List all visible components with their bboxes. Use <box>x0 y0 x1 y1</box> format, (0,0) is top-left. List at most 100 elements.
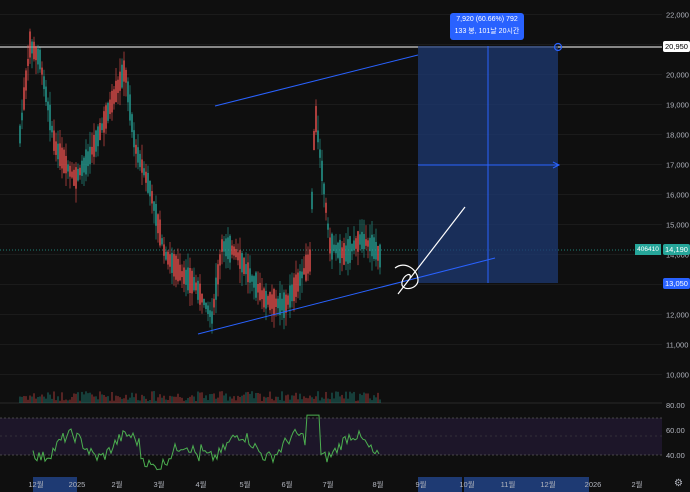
volume-bar <box>265 397 267 403</box>
candle-body <box>163 244 165 256</box>
volume-bar <box>19 396 21 403</box>
candle-body <box>113 89 115 104</box>
volume-bar <box>237 395 239 403</box>
gear-icon[interactable]: ⚙ <box>674 478 683 489</box>
volume-bar <box>219 391 221 403</box>
candle-body <box>223 241 225 252</box>
time-tick-label: 9월 <box>415 479 426 489</box>
volume-bar <box>315 396 317 403</box>
measure-box[interactable] <box>418 42 563 284</box>
candle-body <box>363 234 365 249</box>
candle-body <box>283 292 285 318</box>
volume-bar <box>299 393 301 403</box>
candle-body <box>41 67 43 75</box>
volume-bar <box>21 396 23 403</box>
volume-bar <box>87 393 89 403</box>
volume-bar <box>35 398 37 403</box>
volume-bar <box>49 394 51 403</box>
candle-body <box>313 130 315 151</box>
measure-tooltip: 7,920 (60.66%) 792 133 봉, 101날 20시간 <box>450 13 524 40</box>
time-tick-label: 3월 <box>153 479 164 489</box>
volume-bar <box>285 395 287 403</box>
volume-bar <box>377 392 379 403</box>
volume-bar <box>191 395 193 403</box>
candle-body <box>239 250 241 269</box>
candle-body <box>317 130 319 143</box>
candle-body <box>209 310 211 317</box>
volume-bar <box>185 400 187 403</box>
volume-bar <box>75 393 77 403</box>
volume-bar <box>125 394 127 403</box>
volume-bar <box>277 396 279 403</box>
volume-bar <box>229 396 231 403</box>
candle-body <box>249 268 251 283</box>
volume-bar <box>327 398 329 403</box>
time-axis[interactable]: 12월 2025 2월 3월 4월 5월 6월 7월 8월 9월 10월 11월 12월 2026 2월 <box>28 477 643 492</box>
volume-bar <box>245 392 247 403</box>
price-tick-label: 22,000 <box>666 11 689 20</box>
volume-bar <box>59 400 61 403</box>
volume-bar <box>305 397 307 403</box>
candle-body <box>131 114 133 133</box>
candle-body <box>109 99 111 114</box>
volume-bar <box>241 395 243 403</box>
symbol-label: 406410 <box>635 244 661 255</box>
candle-body <box>351 243 353 252</box>
price-axis[interactable]: 22,00021,00020,00019,00018,00017,00016,0… <box>666 11 689 460</box>
time-tick-label: 2월 <box>631 479 642 489</box>
time-tick-label: 8월 <box>372 479 383 489</box>
candle-body <box>339 239 341 264</box>
volume-bar <box>281 391 283 403</box>
candle-body <box>375 241 377 260</box>
candle-body <box>53 130 55 151</box>
price-chart[interactable]: 22,00021,00020,00019,00018,00017,00016,0… <box>0 0 690 492</box>
volume-bar <box>215 398 217 403</box>
candle-body <box>207 305 209 314</box>
time-tick-label: 12월 <box>540 479 555 489</box>
candle-body <box>337 242 339 258</box>
candle-body <box>265 290 267 309</box>
candle-body <box>25 70 27 91</box>
volume-bar <box>61 392 63 403</box>
candle-body <box>33 41 35 60</box>
volume-bar <box>379 399 381 403</box>
candle-body <box>213 298 215 308</box>
candle-body <box>365 239 367 246</box>
volume-bar <box>111 391 113 403</box>
time-tick-label: 2025 <box>69 480 86 489</box>
volume-bar <box>325 391 327 403</box>
volume-bar <box>113 400 115 403</box>
candle-body <box>259 282 261 301</box>
price-tick-label: 10,000 <box>666 371 689 380</box>
volume-bar <box>161 397 163 403</box>
volume-bar <box>97 399 99 403</box>
candle-body <box>343 243 345 265</box>
volume-bar <box>131 392 133 403</box>
candle-body <box>331 233 333 260</box>
candle-body <box>295 274 297 297</box>
price-tick-label: 16,000 <box>666 191 689 200</box>
candle-body <box>185 269 187 285</box>
volume-bar <box>331 392 333 403</box>
volume-bar <box>205 395 207 403</box>
candle-body <box>127 81 129 103</box>
volume-bar <box>153 391 155 403</box>
candle-body <box>59 143 61 167</box>
volume-bar <box>27 399 29 403</box>
volume-bar <box>29 395 31 403</box>
volume-bar <box>79 400 81 403</box>
candle-body <box>233 246 235 256</box>
candle-body <box>69 165 71 177</box>
volume-bar <box>109 400 111 403</box>
volume-bar <box>249 393 251 403</box>
candle-body <box>187 267 189 291</box>
volume-bar <box>313 398 315 403</box>
volume-bar <box>333 398 335 403</box>
time-tick-label: 2026 <box>585 480 602 489</box>
volume-bar <box>33 393 35 403</box>
candle-body <box>111 90 113 113</box>
candle-body <box>275 298 277 308</box>
volume-bar <box>53 391 55 403</box>
candle-body <box>85 149 87 175</box>
volume-bar <box>287 394 289 403</box>
